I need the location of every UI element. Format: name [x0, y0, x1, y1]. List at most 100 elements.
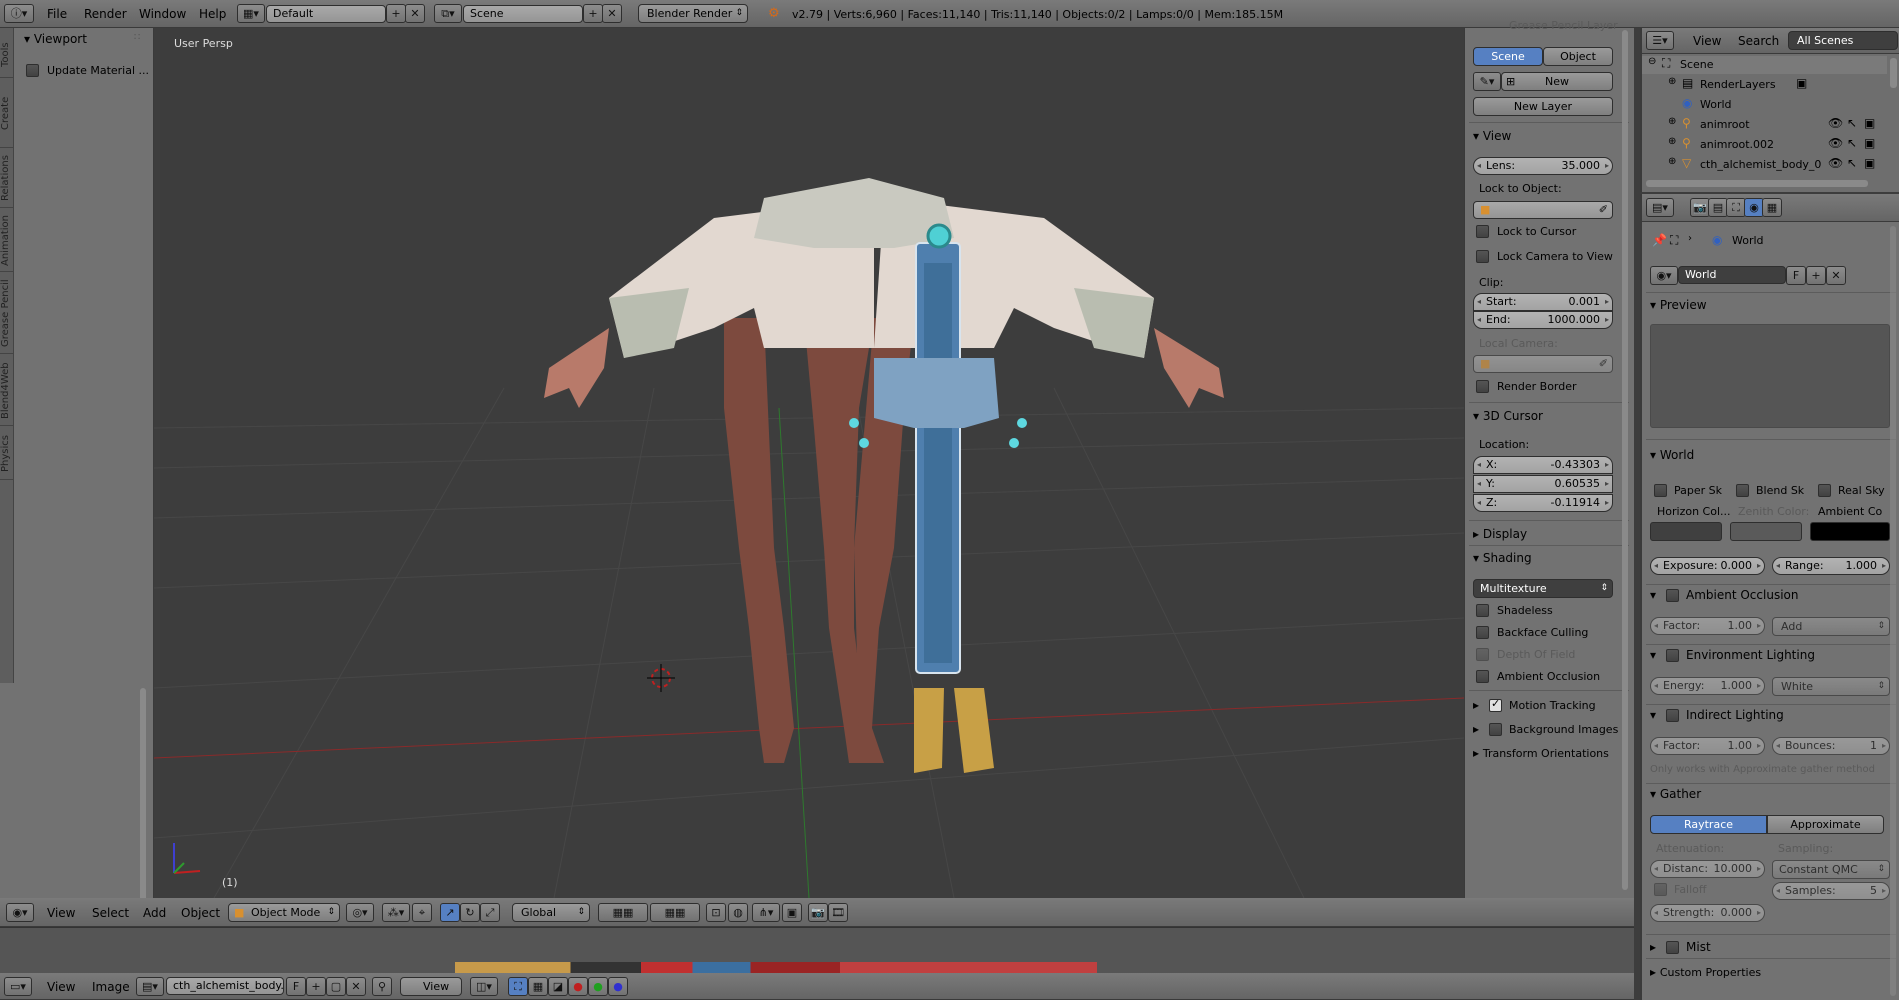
approximate-button[interactable]: Approximate [1767, 815, 1884, 834]
menu-view[interactable]: View [47, 906, 75, 920]
menu-select[interactable]: Select [92, 906, 129, 920]
panel-drag-handle[interactable]: ∷ [134, 32, 140, 43]
pencil-icon[interactable]: ✎▾ [1473, 72, 1501, 91]
image-channels-icon[interactable]: ◫▾ [470, 977, 498, 996]
rotate-icon[interactable]: ↻ [460, 903, 480, 922]
render-border-checkbox[interactable] [1476, 380, 1489, 393]
env-panel-header[interactable]: ▾ [1650, 648, 1656, 662]
layers-icon[interactable]: ▦▦ [598, 903, 648, 922]
menu-add[interactable]: Add [143, 906, 166, 920]
custom-props-header[interactable]: ▸ Custom Properties [1650, 965, 1761, 979]
alpha-icon[interactable]: ◪ [548, 977, 568, 996]
viewport-shading-icon[interactable]: ◎▾ [346, 903, 374, 922]
visibility-eye-2-icon[interactable]: 👁 [1828, 136, 1843, 150]
backface-checkbox[interactable] [1476, 626, 1489, 639]
viewport-panel-header[interactable]: ▾ Viewport [24, 32, 87, 46]
world-browse-icon[interactable]: ◉▾ [1650, 266, 1678, 285]
select-cursor-icon[interactable]: ↖ [1847, 116, 1857, 130]
render-slot-icon[interactable]: ⛶ [508, 977, 528, 996]
outliner-row-animroot002[interactable]: ⊕ ⚲ animroot.002 👁 ↖ ▣ [1642, 136, 1887, 154]
render-camera-icon[interactable]: ▣ [1864, 116, 1875, 130]
scale-icon[interactable]: ⤢ [480, 903, 500, 922]
render-engine-select[interactable]: Blender Render ⇕ [638, 4, 748, 23]
tab-physics[interactable]: Physics [0, 428, 14, 480]
distance-field[interactable]: Distanc: 10.000 [1650, 860, 1765, 878]
paper-sky-checkbox[interactable] [1654, 484, 1667, 497]
image-open-icon[interactable]: ▢ [326, 977, 346, 996]
clip-start-field[interactable]: Start: 0.001 [1473, 293, 1613, 311]
ambient-color-swatch[interactable] [1810, 522, 1890, 541]
scene-field[interactable]: Scene [463, 5, 583, 23]
world-fake-user-button[interactable]: F [1786, 266, 1806, 285]
view-panel-header[interactable]: ▾ View [1473, 129, 1511, 143]
image-view-select[interactable]: View [400, 977, 462, 996]
render-camera-2-icon[interactable]: ▣ [1864, 136, 1875, 150]
select-cursor-3-icon[interactable]: ↖ [1847, 156, 1857, 170]
add-layout-icon[interactable]: + [386, 4, 406, 23]
delete-layout-icon[interactable]: ✕ [405, 4, 425, 23]
range-field[interactable]: Range: 1.000 [1772, 557, 1890, 575]
lock-object-field[interactable]: ■ ✐ [1473, 201, 1613, 219]
dof-checkbox[interactable] [1476, 648, 1489, 661]
world-context-icon[interactable]: ◉ [1744, 198, 1764, 217]
indirect-lighting-checkbox[interactable] [1666, 709, 1679, 722]
env-color-select[interactable]: White ⇕ [1772, 677, 1890, 696]
screen-layout-field[interactable]: Default [266, 5, 386, 23]
scene-icon[interactable]: ⧉▾ [434, 4, 462, 23]
image-close-icon[interactable]: ✕ [346, 977, 366, 996]
manipulator-icon[interactable]: ⌖ [412, 903, 432, 922]
preview-panel-header[interactable]: ▾ Preview [1650, 298, 1707, 312]
tab-relations[interactable]: Relations [0, 150, 14, 208]
menu-window[interactable]: Window [139, 7, 186, 21]
snap-target-icon[interactable]: ▣ [782, 903, 802, 922]
3d-cursor[interactable] [647, 664, 675, 692]
world-new-icon[interactable]: + [1806, 266, 1826, 285]
lock-layers-icon[interactable]: ⊡ [706, 903, 726, 922]
shadeless-checkbox[interactable] [1476, 604, 1489, 617]
render-context-icon[interactable]: 📷 [1690, 198, 1710, 217]
motion-tracking-header[interactable]: ▸ [1473, 698, 1479, 712]
world-panel-header[interactable]: ▾ World [1650, 448, 1694, 462]
layers-2-icon[interactable]: ▦▦ [650, 903, 700, 922]
tab-object-button[interactable]: Object [1543, 47, 1613, 66]
info-editor-icon[interactable]: ⓘ▾ [4, 4, 34, 23]
red-channel-icon[interactable]: ● [568, 977, 588, 996]
transform-orientations-header[interactable]: ▸ Transform Orientations [1473, 746, 1609, 760]
ao-factor-field[interactable]: Factor: 1.00 [1650, 617, 1765, 635]
ao-panel-header[interactable]: ▾ [1650, 588, 1656, 602]
3d-cursor-panel-header[interactable]: ▾ 3D Cursor [1473, 409, 1543, 423]
tab-tools[interactable]: Tools [0, 33, 14, 78]
props-scrollbar[interactable] [1622, 30, 1628, 890]
outliner-row-animroot[interactable]: ⊕ ⚲ animroot 👁 ↖ ▣ [1642, 116, 1887, 134]
tab-scene-button[interactable]: Scene [1473, 47, 1543, 66]
mode-select[interactable]: ■ Object Mode ⇕ [228, 903, 340, 922]
indirect-factor-field[interactable]: Factor: 1.00 [1650, 737, 1765, 755]
properties-type-icon[interactable]: ▤▾ [1646, 198, 1674, 217]
outliner-row-body[interactable]: ⊕ ▽ cth_alchemist_body_0 👁 ↖ ▣ [1642, 156, 1887, 174]
menu-help[interactable]: Help [199, 7, 226, 21]
tab-blend4web[interactable]: Blend4Web [0, 356, 14, 426]
image-name-field[interactable]: cth_alchemist_body... [166, 977, 284, 995]
tab-create[interactable]: Create [0, 80, 14, 148]
character-model[interactable] [544, 178, 1224, 773]
scene-context-icon[interactable]: ⛶ [1726, 198, 1746, 217]
properties-scrollbar[interactable] [1890, 226, 1896, 996]
delete-scene-icon[interactable]: ✕ [602, 4, 622, 23]
shading-panel-header[interactable]: ▾ Shading [1473, 551, 1532, 565]
menu-object[interactable]: Object [181, 906, 220, 920]
cursor-y-field[interactable]: Y: 0.60535 [1473, 475, 1613, 493]
horizon-color-swatch[interactable] [1650, 522, 1722, 541]
outliner-type-icon[interactable]: ☰▾ [1646, 31, 1674, 50]
orientation-select[interactable]: Global ⇕ [512, 903, 590, 922]
exposure-field[interactable]: Exposure:0.000 [1650, 557, 1765, 575]
3d-viewport[interactable]: User Persp (1) [154, 28, 1464, 898]
outliner-row-renderlayers[interactable]: ⊕ ▤ RenderLayers ▣ [1642, 76, 1887, 94]
falloff-checkbox[interactable] [1654, 883, 1667, 896]
image-editor-type-icon[interactable]: ▭▾ [4, 977, 32, 996]
cursor-z-field[interactable]: Z: -0.11914 [1473, 494, 1613, 512]
lock-to-cursor-checkbox[interactable] [1476, 225, 1489, 238]
image-browse-icon[interactable]: ▤▾ [136, 977, 164, 996]
gather-panel-header[interactable]: ▾ Gather [1650, 787, 1701, 801]
display-panel-header[interactable]: ▸ Display [1473, 527, 1527, 541]
new-gp-button[interactable]: ⊞ New [1501, 72, 1613, 91]
